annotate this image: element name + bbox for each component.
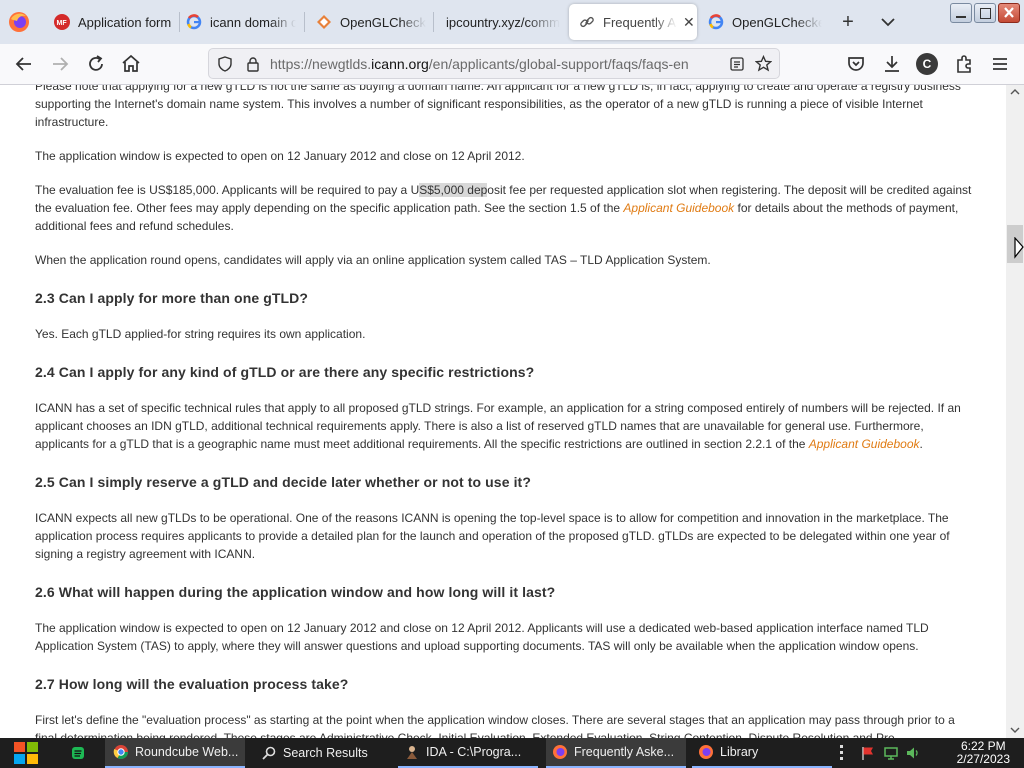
tab-application-form[interactable]: MF Application form [48, 4, 179, 40]
taskbar-ida[interactable]: IDA - C:\Progra... [398, 738, 538, 768]
applicant-guidebook-link[interactable]: Applicant Guidebook [809, 437, 920, 451]
downloads-icon[interactable] [880, 52, 904, 76]
navigation-toolbar: https://newgtlds.icann.org/en/applicants… [0, 44, 1024, 85]
taskbar-frequently-asked[interactable]: Frequently Aske... [546, 738, 686, 768]
tas-paragraph: When the application round opens, candid… [35, 253, 711, 267]
google-icon [708, 14, 724, 30]
new-tab-plus-icon[interactable]: + [836, 10, 860, 34]
fee-text: The evaluation fee is US$185,000. Applic… [35, 183, 420, 197]
close-icon [1004, 7, 1014, 18]
intro-paragraph: Please note that applying for a new gTLD… [35, 85, 961, 129]
taskbar-item-label: Roundcube Web... [135, 745, 239, 759]
url-domain: icann.org [371, 56, 429, 72]
reload-icon[interactable] [84, 52, 108, 76]
clock-date: 2/27/2023 [956, 752, 1010, 766]
link-icon [580, 16, 594, 28]
firefox-icon [553, 745, 567, 759]
tab-label: Application form [78, 14, 172, 30]
taskbar-item-label: IDA - C:\Progra... [426, 745, 522, 759]
selected-text: S$5,000 dep [419, 183, 488, 197]
faq-answer-2-3: Yes. Each gTLD applied-for string requir… [35, 327, 366, 341]
chrome-icon [113, 745, 128, 759]
taskbar-overflow-icon[interactable] [840, 745, 844, 761]
back-arrow-icon[interactable] [12, 52, 36, 76]
tab-label: OpenGLChecker [340, 14, 426, 30]
taskbar-library[interactable]: Library [692, 738, 832, 768]
tracking-protection-shield-icon[interactable] [217, 56, 233, 72]
tray-flag-icon[interactable] [860, 745, 876, 761]
faq-answer-2-6: The application window is expected to op… [35, 621, 929, 653]
tab-openglchecker[interactable]: OpenGLChecker [310, 4, 434, 40]
pocket-icon[interactable] [844, 52, 868, 76]
taskbar-item-label: Library [720, 745, 759, 759]
tab-label: icann domain cr [210, 14, 296, 30]
close-tab-icon[interactable]: ✕ [683, 14, 695, 31]
application-window-paragraph: The application window is expected to op… [35, 149, 525, 163]
windows-start-icon[interactable] [10, 738, 42, 768]
faq-answer-2-7: First let's define the "evaluation proce… [35, 713, 955, 738]
url-prefix: https://newgtlds. [270, 56, 372, 72]
list-all-tabs-chevron-icon[interactable] [876, 10, 900, 34]
url-text: https://newgtlds.icann.org/en/applicants… [270, 56, 689, 72]
taskbar-clock[interactable]: 6:22 PM 2/27/2023 [957, 740, 1010, 766]
vertical-scrollbar[interactable] [1006, 85, 1024, 738]
extensions-puzzle-icon[interactable] [952, 52, 976, 76]
tab-label: ipcountry.xyz/comm [446, 14, 560, 30]
answer-end: . [919, 437, 923, 451]
svg-text:MF: MF [57, 20, 68, 27]
firefox-icon [699, 745, 713, 759]
taskbar-roundcube[interactable]: Roundcube Web... [105, 738, 245, 768]
forward-arrow-icon[interactable] [48, 52, 72, 76]
applicant-guidebook-link[interactable]: Applicant Guidebook [623, 201, 734, 215]
tray-volume-icon[interactable] [905, 745, 921, 761]
close-window-button[interactable] [998, 3, 1020, 23]
minimize-button[interactable] [950, 3, 972, 23]
maximize-button[interactable] [974, 3, 996, 23]
tray-network-icon[interactable] [883, 745, 899, 761]
minimize-icon [956, 16, 966, 18]
home-icon[interactable] [119, 52, 143, 76]
google-icon [186, 14, 202, 30]
maximize-icon [980, 8, 991, 19]
account-avatar[interactable]: C [916, 53, 938, 75]
faq-answer-2-4: ICANN has a set of specific technical ru… [35, 399, 980, 453]
taskbar-item-label: Frequently Aske... [574, 745, 675, 759]
lock-icon[interactable] [245, 56, 261, 72]
tab-openglchecker-2[interactable]: OpenGLChecker [704, 4, 826, 40]
faq-heading-2-4: 2.4 Can I apply for any kind of gTLD or … [35, 364, 535, 380]
faq-heading-2-6: 2.6 What will happen during the applicat… [35, 584, 556, 600]
taskbar-item-label: Search Results [283, 746, 368, 760]
address-bar[interactable]: https://newgtlds.icann.org/en/applicants… [208, 48, 780, 79]
app-launcher-icon [72, 747, 84, 759]
tab-label: OpenGLChecker [732, 14, 822, 30]
evaluation-fee-paragraph: The evaluation fee is US$185,000. Applic… [35, 181, 980, 235]
opengl-icon [317, 15, 331, 29]
bookmark-star-icon[interactable] [755, 55, 772, 72]
taskbar-search-results[interactable]: Search Results [255, 738, 389, 768]
scroll-down-arrow-icon[interactable] [1006, 723, 1024, 737]
faq-heading-2-7: 2.7 How long will the evaluation process… [35, 676, 349, 692]
ida-icon [407, 746, 417, 759]
mfe-icon: MF [54, 14, 70, 30]
tab-label: Frequently Ask [603, 14, 677, 30]
scroll-up-arrow-icon[interactable] [1006, 85, 1024, 99]
tab-strip: MF Application form icann domain cr Open… [0, 0, 1024, 44]
hamburger-menu-icon[interactable] [988, 52, 1012, 76]
faq-answer-2-5: ICANN expects all new gTLDs to be operat… [35, 511, 950, 561]
tab-separator [304, 12, 305, 32]
url-path: /en/applicants/global-support/faqs/faqs-… [428, 56, 689, 72]
tab-ipcountry[interactable]: ipcountry.xyz/comm [440, 4, 566, 40]
page-content: Please note that applying for a new gTLD… [0, 85, 1006, 738]
reader-view-icon[interactable] [729, 56, 745, 72]
app-launcher-button[interactable] [66, 742, 90, 764]
search-icon [262, 746, 276, 760]
faq-heading-2-5: 2.5 Can I simply reserve a gTLD and deci… [35, 474, 531, 490]
mouse-cursor-icon [1014, 237, 1024, 259]
tab-icann-search[interactable]: icann domain cr [180, 4, 302, 40]
faq-heading-2-3: 2.3 Can I apply for more than one gTLD? [35, 290, 309, 306]
tab-frequently-asked[interactable]: Frequently Ask ✕ [569, 4, 697, 40]
tab-separator [433, 12, 434, 32]
windows-taskbar: Roundcube Web... Search Results IDA - C:… [0, 738, 1024, 768]
firefox-menu-icon[interactable] [8, 11, 30, 33]
